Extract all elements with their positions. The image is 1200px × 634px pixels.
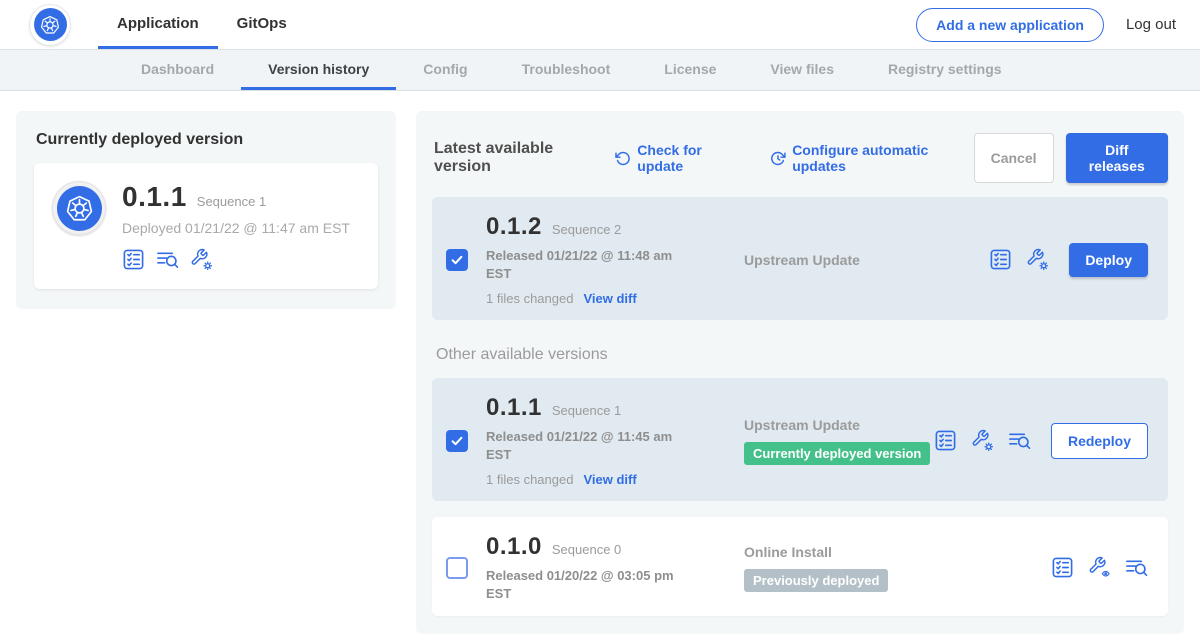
deployed-sequence-label: Sequence 1 <box>197 194 266 209</box>
subnav-dashboard[interactable]: Dashboard <box>114 50 241 90</box>
sequence-label: Sequence 2 <box>552 222 621 237</box>
refresh-icon <box>615 150 631 167</box>
configure-automatic-updates-label: Configure automatic updates <box>792 142 973 174</box>
subnav-config[interactable]: Config <box>396 50 494 90</box>
configure-automatic-updates-link[interactable]: Configure automatic updates <box>770 142 973 174</box>
version-number: 0.1.1 <box>486 394 542 422</box>
released-timestamp: Released 01/21/22 @ 11:48 am EST <box>486 247 686 282</box>
logout-link[interactable]: Log out <box>1126 16 1176 33</box>
deploy-button[interactable]: Deploy <box>1069 243 1148 277</box>
version-checkbox[interactable] <box>446 249 468 271</box>
preflight-checks-icon[interactable] <box>989 248 1012 271</box>
deployed-version-card: 0.1.1 Sequence 1 Deployed 01/21/22 @ 11:… <box>34 163 378 289</box>
deployed-version-number: 0.1.1 <box>122 181 187 213</box>
kubernetes-wheel-icon <box>64 193 95 224</box>
files-changed-label: 1 files changed <box>486 472 573 487</box>
app-version-logo <box>52 181 106 235</box>
subnav-version-history[interactable]: Version history <box>241 50 396 90</box>
preflight-checks-icon[interactable] <box>934 429 957 452</box>
version-row-0-1-0: 0.1.0 Sequence 0 Released 01/20/22 @ 03:… <box>432 517 1168 616</box>
version-source-label: Upstream Update <box>744 252 860 268</box>
version-row-0-1-1: 0.1.1 Sequence 1 Released 01/21/22 @ 11:… <box>432 378 1168 501</box>
check-for-update-label: Check for update <box>637 142 744 174</box>
version-source-label: Upstream Update <box>744 417 860 433</box>
sequence-label: Sequence 0 <box>552 542 621 557</box>
edit-config-icon[interactable] <box>971 429 994 452</box>
edit-config-icon[interactable] <box>190 248 213 271</box>
subnav-view-files[interactable]: View files <box>743 50 861 90</box>
currently-deployed-badge: Currently deployed version <box>744 442 930 465</box>
edit-config-icon[interactable] <box>1026 248 1049 271</box>
preflight-checks-icon[interactable] <box>122 248 145 271</box>
view-config-icon[interactable] <box>1088 556 1111 579</box>
released-timestamp: Released 01/20/22 @ 03:05 pm EST <box>486 567 686 602</box>
version-checkbox[interactable] <box>446 557 468 579</box>
view-logs-icon[interactable] <box>156 248 179 271</box>
version-checkbox[interactable] <box>446 430 468 452</box>
view-logs-icon[interactable] <box>1125 556 1148 579</box>
subnav-troubleshoot[interactable]: Troubleshoot <box>495 50 638 90</box>
version-history-panel: Latest available version Check for updat… <box>416 111 1184 634</box>
tab-gitops-label: GitOps <box>237 15 287 32</box>
other-versions-title: Other available versions <box>436 346 1168 364</box>
version-number: 0.1.0 <box>486 533 542 561</box>
redeploy-button[interactable]: Redeploy <box>1051 423 1148 459</box>
latest-available-title: Latest available version <box>434 140 603 176</box>
cancel-button[interactable]: Cancel <box>974 133 1054 183</box>
subnav-license[interactable]: License <box>637 50 743 90</box>
view-logs-icon[interactable] <box>1008 429 1031 452</box>
check-for-update-link[interactable]: Check for update <box>615 142 744 174</box>
add-new-application-button[interactable]: Add a new application <box>916 8 1104 42</box>
released-timestamp: Released 01/21/22 @ 11:45 am EST <box>486 428 686 463</box>
version-source-label: Online Install <box>744 544 832 560</box>
top-navigation: Application GitOps Add a new application… <box>0 0 1200 49</box>
diff-releases-button[interactable]: Diff releases <box>1066 133 1169 183</box>
tab-gitops[interactable]: GitOps <box>218 0 306 49</box>
currently-deployed-title: Currently deployed version <box>36 131 378 149</box>
preflight-checks-icon[interactable] <box>1051 556 1074 579</box>
tab-application-label: Application <box>117 15 199 32</box>
kubernetes-wheel-icon <box>39 14 61 36</box>
app-sub-navigation: Dashboard Version history Config Trouble… <box>0 49 1200 91</box>
app-logo <box>30 5 70 45</box>
schedule-update-icon <box>770 150 786 167</box>
topnav-tabs: Application GitOps <box>98 0 306 49</box>
sequence-label: Sequence 1 <box>552 403 621 418</box>
version-number: 0.1.2 <box>486 213 542 241</box>
currently-deployed-card: Currently deployed version <box>16 111 396 309</box>
version-row-0-1-2: 0.1.2 Sequence 2 Released 01/21/22 @ 11:… <box>432 197 1168 320</box>
previously-deployed-badge: Previously deployed <box>744 569 888 592</box>
view-diff-link[interactable]: View diff <box>583 472 636 487</box>
subnav-registry-settings[interactable]: Registry settings <box>861 50 1029 90</box>
deployed-timestamp: Deployed 01/21/22 @ 11:47 am EST <box>122 220 350 236</box>
view-diff-link[interactable]: View diff <box>583 291 636 306</box>
tab-application[interactable]: Application <box>98 0 218 49</box>
files-changed-label: 1 files changed <box>486 291 573 306</box>
